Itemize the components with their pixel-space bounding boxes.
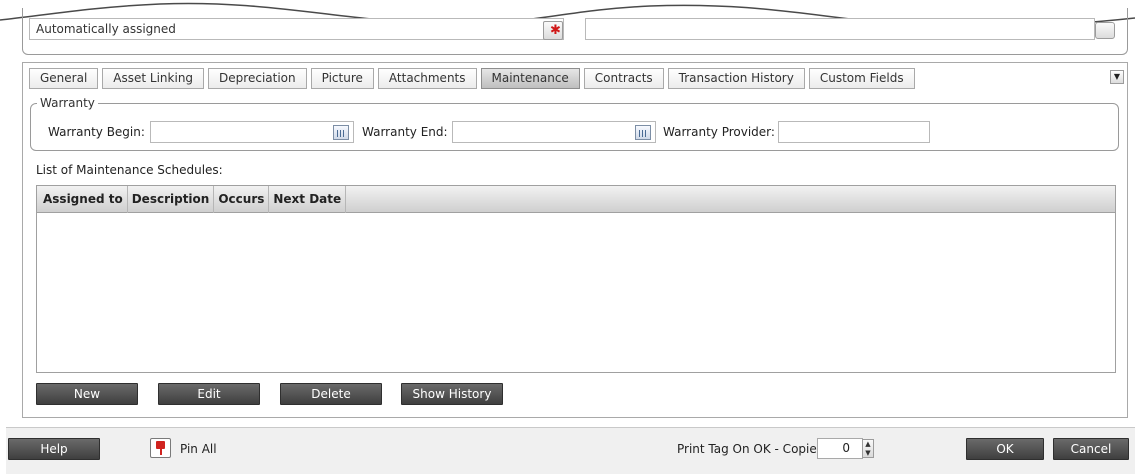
tab-asset-linking[interactable]: Asset Linking — [102, 68, 205, 89]
show-history-button[interactable]: Show History — [401, 383, 503, 405]
tab-menu-button[interactable]: ▼ — [1110, 70, 1124, 84]
warranty-begin-label: Warranty Begin: — [48, 125, 145, 139]
clear-button[interactable]: ✱ — [543, 21, 563, 40]
pushpin-icon[interactable] — [150, 438, 171, 458]
decrement-arrow-icon[interactable]: ▼ — [863, 449, 873, 458]
column-assigned-to[interactable]: Assigned to — [37, 186, 128, 213]
clear-red-x-icon: ✱ — [550, 23, 561, 38]
pin-all-label[interactable]: Pin All — [180, 442, 217, 456]
warranty-provider-field[interactable] — [778, 121, 930, 143]
help-button[interactable]: Help — [8, 438, 100, 460]
tab-general[interactable]: General — [29, 68, 99, 89]
pin-needle — [160, 449, 162, 455]
print-tag-label: Print Tag On OK - Copies: — [677, 442, 828, 456]
grid-header: Assigned to Description Occurs Next Date — [37, 186, 1115, 213]
warranty-end-field[interactable] — [452, 121, 656, 143]
schedules-label: List of Maintenance Schedules: — [36, 163, 223, 177]
warranty-provider-label: Warranty Provider: — [663, 125, 775, 139]
tab-attachments[interactable]: Attachments — [377, 68, 477, 89]
edit-button[interactable]: Edit — [158, 383, 260, 405]
cancel-button[interactable]: Cancel — [1053, 438, 1129, 460]
delete-button[interactable]: Delete — [280, 383, 382, 405]
tab-contracts[interactable]: Contracts — [583, 68, 664, 89]
tab-depreciation[interactable]: Depreciation — [208, 68, 307, 89]
column-description[interactable]: Description — [128, 186, 215, 213]
column-next-date[interactable]: Next Date — [269, 186, 347, 213]
tab-maintenance[interactable]: Maintenance — [480, 68, 580, 89]
new-button[interactable]: New — [36, 383, 138, 405]
assigned-field[interactable]: Automatically assigned — [29, 18, 564, 40]
schedules-grid[interactable]: Assigned to Description Occurs Next Date — [36, 185, 1116, 373]
pin-head — [156, 441, 165, 449]
dropdown-arrow-icon: ▼ — [1113, 72, 1121, 81]
tab-strip: General Asset Linking Depreciation Pictu… — [29, 68, 919, 89]
column-occurs[interactable]: Occurs — [214, 186, 270, 213]
calendar-icon[interactable] — [333, 125, 349, 140]
top-lookup-button[interactable] — [1095, 22, 1115, 39]
tab-custom-fields[interactable]: Custom Fields — [808, 68, 915, 89]
ok-button[interactable]: OK — [966, 438, 1044, 460]
copies-stepper[interactable]: ▲ ▼ — [862, 439, 874, 458]
increment-arrow-icon[interactable]: ▲ — [863, 440, 873, 449]
warranty-legend: Warranty — [37, 96, 98, 110]
warranty-end-label: Warranty End: — [362, 125, 448, 139]
copies-input[interactable]: 0 — [817, 438, 863, 459]
calendar-icon[interactable] — [635, 125, 651, 140]
tab-transaction-history[interactable]: Transaction History — [667, 68, 805, 89]
top-secondary-field[interactable] — [585, 18, 1095, 40]
tab-picture[interactable]: Picture — [310, 68, 374, 89]
warranty-begin-field[interactable] — [150, 121, 354, 143]
